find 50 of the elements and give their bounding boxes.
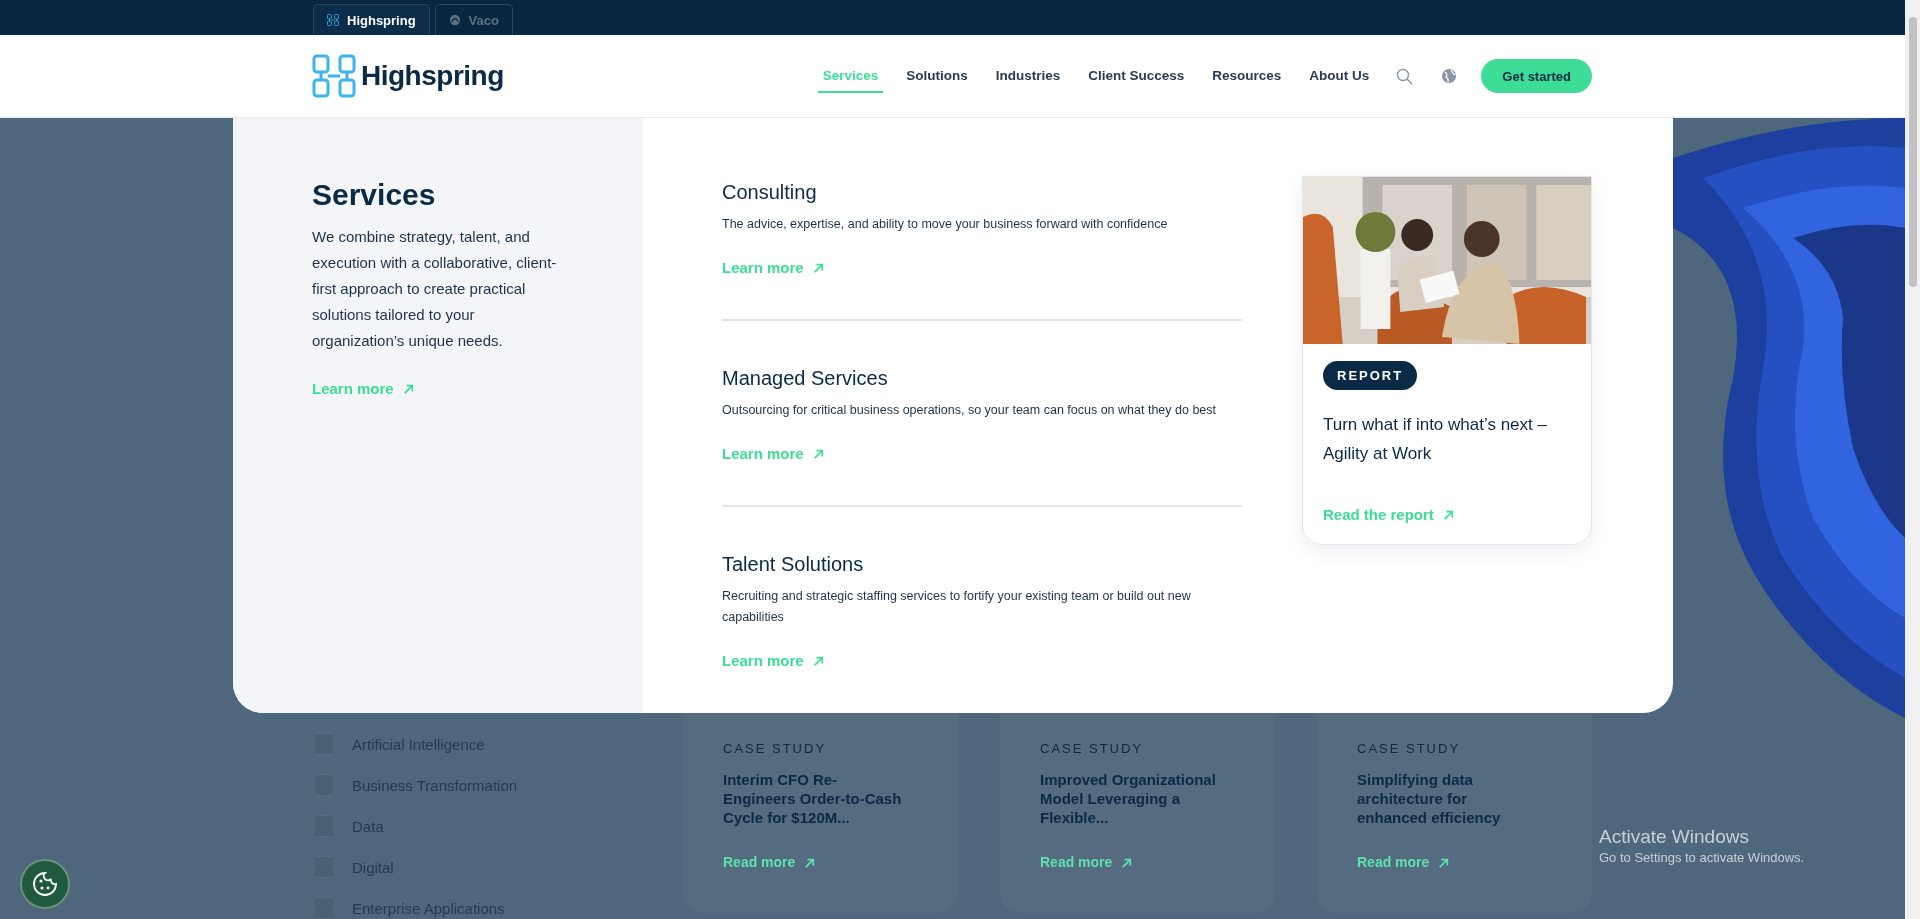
- arrow-icon: [812, 655, 824, 666]
- logo[interactable]: Highspring: [312, 54, 504, 99]
- service-title: Consulting: [722, 181, 818, 204]
- nav-link[interactable]: Client Success: [1083, 59, 1190, 93]
- nav-link[interactable]: Services: [817, 59, 884, 93]
- nav-link[interactable]: Solutions: [901, 59, 973, 93]
- service-description: The advice, expertise, and ability to move your business forward with confidence: [722, 216, 1169, 233]
- arrow-icon: [1438, 856, 1450, 868]
- report-title: Turn what if into what’s next – Agility at Work: [1323, 414, 1548, 465]
- arrow-icon: [1442, 509, 1454, 520]
- arrow-icon: [812, 262, 824, 273]
- menu-heading: Services: [312, 178, 437, 212]
- read-more-link[interactable]: Read more: [723, 854, 816, 870]
- learn-more-link[interactable]: Learn more: [722, 652, 824, 669]
- activation-text: Go to Settings to activate Windows.: [1599, 850, 1805, 865]
- arrow-icon: [812, 448, 824, 459]
- case-title: Improved Organizational Model Leveraging a Flexible...: [1040, 770, 1217, 828]
- case-title: Interim CFO Re-Engineers Order-to-Cash Cycle for $120M...: [723, 770, 903, 828]
- read-more-link[interactable]: Read more: [1040, 854, 1133, 870]
- service-title: Managed Services: [722, 367, 889, 390]
- learn-more-link[interactable]: Learn more: [722, 259, 824, 276]
- arrow-icon: [804, 856, 816, 868]
- cookie-icon: [32, 871, 58, 897]
- logo-mark-icon: [312, 54, 356, 99]
- report-tag: REPORT: [1323, 361, 1418, 390]
- case-label: CASE STUDY: [723, 741, 828, 756]
- read-report-link[interactable]: Read the report: [1323, 506, 1454, 523]
- case-title: Simplifying data architecture for enhanced efficiency: [1357, 770, 1502, 828]
- get-started-button[interactable]: Get started: [1481, 59, 1592, 94]
- nav-link[interactable]: Industries: [990, 59, 1066, 93]
- arrow-icon: [1121, 856, 1133, 868]
- globe-logo-icon: [448, 14, 461, 27]
- service-title: Talent Solutions: [722, 553, 865, 576]
- activation-title: Activate Windows: [1599, 826, 1750, 848]
- logo-mark-icon: [327, 14, 339, 27]
- menu-description: We combine strategy, talent, and execution with a collaborative, client-first approach to create practical solutions tailored to your organization’s unique needs.: [312, 227, 558, 351]
- service-description: Outsourcing for critical business operations, so your team can focus on what they do best: [722, 402, 1217, 419]
- search-icon: [1396, 67, 1414, 85]
- arrow-icon: [402, 383, 414, 394]
- nav-link[interactable]: Resources: [1207, 59, 1287, 93]
- site-tab[interactable]: Vaco: [434, 4, 513, 36]
- case-label: CASE STUDY: [1040, 741, 1145, 756]
- case-label: CASE STUDY: [1357, 741, 1462, 756]
- learn-more-link[interactable]: Learn more: [722, 445, 824, 462]
- read-more-link[interactable]: Read more: [1357, 854, 1450, 870]
- service-description: Recruiting and strategic staffing services to fortify your existing team or build out new capabilities: [722, 588, 1192, 626]
- cookie-button[interactable]: [20, 859, 70, 909]
- nav-link[interactable]: About Us: [1304, 59, 1375, 93]
- site-tab[interactable]: Highspring: [313, 4, 430, 36]
- globe-icon: [1441, 68, 1458, 85]
